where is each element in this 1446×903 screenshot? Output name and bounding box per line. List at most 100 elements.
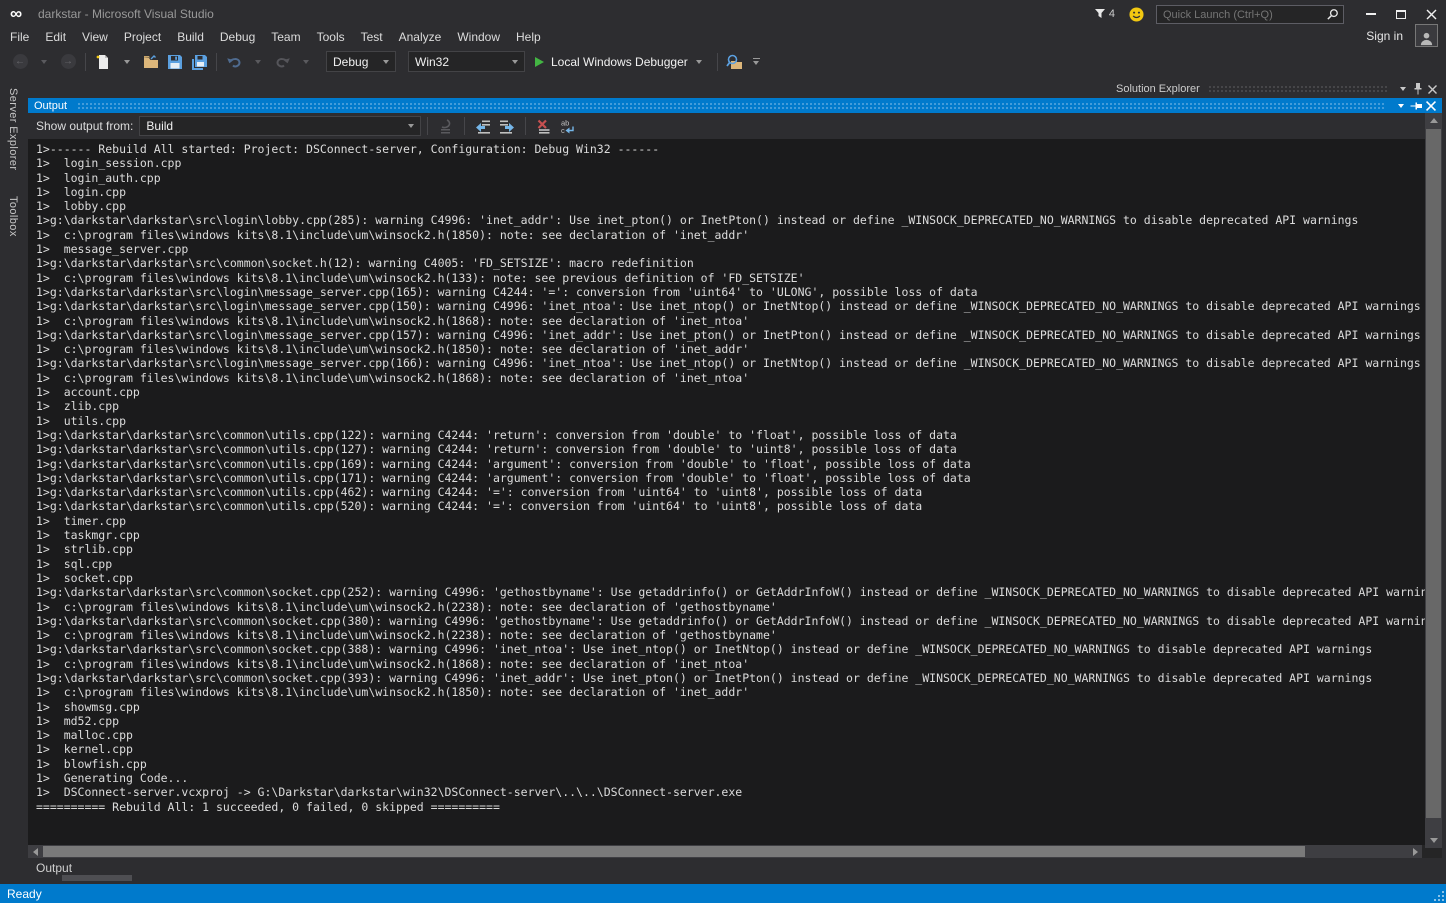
undo-button[interactable] xyxy=(223,51,245,73)
output-pin-button[interactable] xyxy=(1408,99,1423,113)
auto-hide-tab[interactable]: Toolbox xyxy=(7,188,19,245)
scroll-down-button[interactable] xyxy=(1425,833,1442,848)
toolbar-options-icon xyxy=(753,58,760,59)
quick-launch-input[interactable] xyxy=(1156,5,1344,24)
start-debugging-label: Local Windows Debugger xyxy=(551,55,688,69)
output-line: 1> taskmgr.cpp xyxy=(36,528,1425,542)
horizontal-scrollbar[interactable] xyxy=(28,845,1422,858)
vertical-scrollbar-thumb[interactable] xyxy=(1426,129,1441,818)
navigate-forward-button[interactable]: → xyxy=(57,51,79,73)
auto-hide-tab[interactable]: Server Explorer xyxy=(7,80,19,178)
menu-item[interactable]: Build xyxy=(169,28,212,47)
output-line: 1>g:\darkstar\darkstar\src\login\lobby.c… xyxy=(36,213,1425,227)
menu-item[interactable]: Project xyxy=(116,28,169,47)
solution-explorer-close-button[interactable] xyxy=(1425,82,1440,96)
resize-grip[interactable] xyxy=(1432,889,1445,902)
scroll-left-button[interactable] xyxy=(28,845,42,858)
open-file-button[interactable] xyxy=(140,51,162,73)
scroll-up-button[interactable] xyxy=(1425,113,1442,128)
output-line: 1>g:\darkstar\darkstar\src\common\utils.… xyxy=(36,485,1425,499)
solution-configurations-dropdown[interactable]: Debug xyxy=(326,51,396,72)
visual-studio-window: ∞ darkstar - Microsoft Visual Studio 4 xyxy=(0,0,1446,903)
output-line: 1> login_auth.cpp xyxy=(36,171,1425,185)
output-line: 1> c:\program files\windows kits\8.1\inc… xyxy=(36,342,1425,356)
maximize-icon xyxy=(1396,10,1406,19)
output-line: 1>g:\darkstar\darkstar\src\login\message… xyxy=(36,285,1425,299)
output-window-position-button[interactable] xyxy=(1393,99,1408,113)
menu-item[interactable]: Analyze xyxy=(391,28,450,47)
output-line: 1> sql.cpp xyxy=(36,557,1425,571)
find-message-in-code-button[interactable] xyxy=(435,116,457,136)
menu-item[interactable]: File xyxy=(2,28,37,47)
drag-handle-dots xyxy=(77,102,1385,110)
output-line: 1> md52.cpp xyxy=(36,714,1425,728)
navigate-backward-button[interactable]: ← xyxy=(9,51,31,73)
output-line: 1> c:\program files\windows kits\8.1\inc… xyxy=(36,600,1425,614)
new-file-button[interactable] xyxy=(92,51,114,73)
sign-in-link[interactable]: Sign in xyxy=(1366,29,1403,43)
output-line: 1>g:\darkstar\darkstar\src\common\socket… xyxy=(36,671,1425,685)
toggle-word-wrap-button[interactable]: ab c xyxy=(557,116,579,136)
feedback-smiley-icon[interactable] xyxy=(1129,7,1144,22)
output-line: 1> c:\program files\windows kits\8.1\inc… xyxy=(36,271,1425,285)
user-avatar-button[interactable] xyxy=(1415,24,1438,47)
output-line: 1>g:\darkstar\darkstar\src\common\utils.… xyxy=(36,471,1425,485)
menu-item[interactable]: View xyxy=(74,28,116,47)
menu-item[interactable]: Debug xyxy=(212,28,263,47)
new-file-dropdown[interactable] xyxy=(116,51,138,73)
output-line: 1> socket.cpp xyxy=(36,571,1425,585)
navigate-backward-dropdown[interactable] xyxy=(33,51,55,73)
output-panel-header[interactable]: Output xyxy=(28,98,1442,113)
output-source-dropdown[interactable]: Build xyxy=(139,116,421,136)
output-line: 1> login.cpp xyxy=(36,185,1425,199)
horizontal-scrollbar-thumb[interactable] xyxy=(43,846,1305,857)
toolbar-options-button[interactable] xyxy=(753,58,760,65)
output-line: 1> lobby.cpp xyxy=(36,199,1425,213)
redo-button[interactable] xyxy=(271,51,293,73)
output-line: 1>g:\darkstar\darkstar\src\common\socket… xyxy=(36,256,1425,270)
output-panel-title: Output xyxy=(34,100,67,112)
maximize-button[interactable] xyxy=(1386,3,1416,25)
menu-item[interactable]: Edit xyxy=(37,28,74,47)
menu-item[interactable]: Team xyxy=(263,28,308,47)
menu-item[interactable]: Tools xyxy=(309,28,353,47)
output-close-button[interactable] xyxy=(1423,99,1438,113)
output-source-value: Build xyxy=(146,119,173,133)
output-tab[interactable]: Output xyxy=(30,861,78,875)
close-button[interactable] xyxy=(1416,3,1446,25)
clear-all-button[interactable] xyxy=(533,116,555,136)
output-line: 1>g:\darkstar\darkstar\src\common\utils.… xyxy=(36,442,1425,456)
save-all-button[interactable] xyxy=(188,51,210,73)
solution-platforms-value: Win32 xyxy=(415,55,449,69)
undo-dropdown[interactable] xyxy=(247,51,269,73)
window-title: darkstar - Microsoft Visual Studio xyxy=(38,7,214,21)
menu-item[interactable]: Test xyxy=(353,28,391,47)
output-log[interactable]: 1>------ Rebuild All started: Project: D… xyxy=(28,139,1425,845)
redo-dropdown[interactable] xyxy=(295,51,317,73)
find-in-files-button[interactable] xyxy=(724,51,746,73)
scroll-right-button[interactable] xyxy=(1408,845,1422,858)
minimize-button[interactable] xyxy=(1356,3,1386,25)
output-panel: Output Show output from: Build xyxy=(28,98,1442,858)
menu-item[interactable]: Help xyxy=(508,28,549,47)
output-line: 1>g:\darkstar\darkstar\src\login\message… xyxy=(36,299,1425,313)
save-button[interactable] xyxy=(164,51,186,73)
solution-explorer-window-position-button[interactable] xyxy=(1395,82,1410,96)
navigate-backward-icon: ← xyxy=(13,54,28,69)
output-line: 1> Generating Code... xyxy=(36,771,1425,785)
notifications-flag-button[interactable]: 4 xyxy=(1094,8,1115,20)
solution-explorer-pin-button[interactable] xyxy=(1410,82,1425,96)
solution-platforms-dropdown[interactable]: Win32 xyxy=(408,51,525,72)
menu-item[interactable]: Window xyxy=(449,28,508,47)
output-line: 1> zlib.cpp xyxy=(36,399,1425,413)
start-debugging-button[interactable]: Local Windows Debugger xyxy=(531,51,706,73)
previous-message-button[interactable] xyxy=(472,116,494,136)
next-message-button[interactable] xyxy=(496,116,518,136)
vertical-scrollbar[interactable] xyxy=(1425,113,1442,848)
output-line: 1> login_session.cpp xyxy=(36,156,1425,170)
undo-icon xyxy=(226,54,243,70)
minimize-icon xyxy=(1366,13,1376,15)
title-bar: ∞ darkstar - Microsoft Visual Studio 4 xyxy=(0,0,1446,28)
output-line: 1>g:\darkstar\darkstar\src\common\utils.… xyxy=(36,499,1425,513)
menu-items: FileEditViewProjectBuildDebugTeamToolsTe… xyxy=(2,28,549,47)
